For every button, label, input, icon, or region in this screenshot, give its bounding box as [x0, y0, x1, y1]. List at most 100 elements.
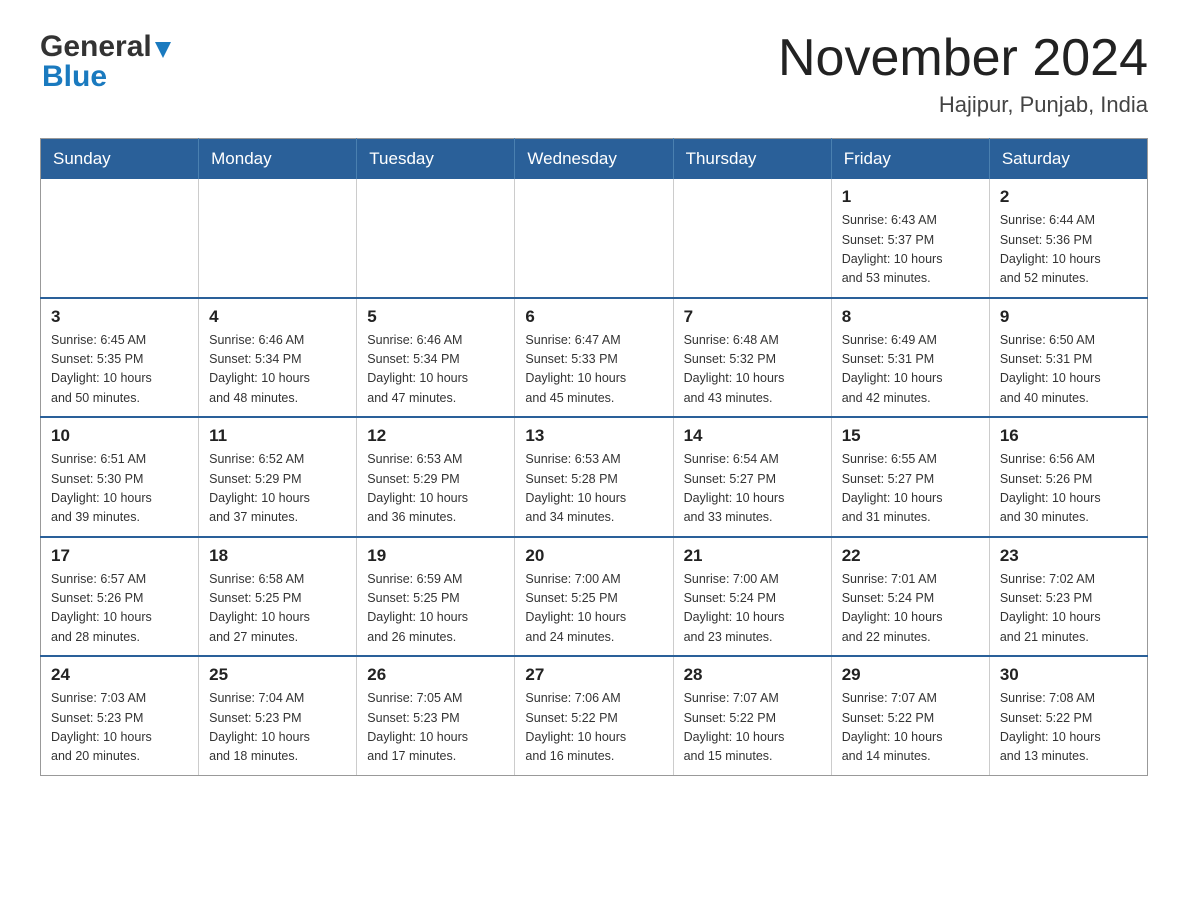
day-number: 23 [1000, 546, 1137, 566]
calendar-title-area: November 2024 Hajipur, Punjab, India [778, 30, 1148, 118]
day-info: Sunrise: 6:55 AM Sunset: 5:27 PM Dayligh… [842, 450, 979, 528]
day-info: Sunrise: 6:47 AM Sunset: 5:33 PM Dayligh… [525, 331, 662, 409]
calendar-cell [41, 179, 199, 298]
day-info: Sunrise: 6:57 AM Sunset: 5:26 PM Dayligh… [51, 570, 188, 648]
logo-general-text: General [40, 30, 152, 64]
day-number: 26 [367, 665, 504, 685]
calendar-cell [673, 179, 831, 298]
day-info: Sunrise: 6:45 AM Sunset: 5:35 PM Dayligh… [51, 331, 188, 409]
calendar-cell: 11Sunrise: 6:52 AM Sunset: 5:29 PM Dayli… [199, 417, 357, 537]
day-number: 15 [842, 426, 979, 446]
day-number: 5 [367, 307, 504, 327]
day-info: Sunrise: 6:53 AM Sunset: 5:29 PM Dayligh… [367, 450, 504, 528]
calendar-cell [199, 179, 357, 298]
day-number: 22 [842, 546, 979, 566]
day-info: Sunrise: 6:53 AM Sunset: 5:28 PM Dayligh… [525, 450, 662, 528]
day-number: 27 [525, 665, 662, 685]
logo-triangle-icon [155, 38, 171, 63]
calendar-cell: 26 Sunrise: 7:05 AM Sunset: 5:23 PM Dayli… [357, 656, 515, 775]
day-number: 30 [1000, 665, 1137, 685]
calendar-cell: 14Sunrise: 6:54 AM Sunset: 5:27 PM Dayli… [673, 417, 831, 537]
day-number: 12 [367, 426, 504, 446]
calendar-cell: 8 Sunrise: 6:49 AM Sunset: 5:31 PM Daylig… [831, 298, 989, 418]
weekday-header-thursday: Thursday [673, 139, 831, 180]
calendar-cell: 5 Sunrise: 6:46 AM Sunset: 5:34 PM Daylig… [357, 298, 515, 418]
day-info: Sunrise: 7:03 AM Sunset: 5:23 PM Dayligh… [51, 689, 188, 767]
calendar-cell: 1 Sunrise: 6:43 AM Sunset: 5:37 PM Daylig… [831, 179, 989, 298]
day-number: 13 [525, 426, 662, 446]
day-number: 18 [209, 546, 346, 566]
day-number: 3 [51, 307, 188, 327]
day-info: Sunrise: 6:49 AM Sunset: 5:31 PM Dayligh… [842, 331, 979, 409]
calendar-cell: 22 Sunrise: 7:01 AM Sunset: 5:24 PM Dayli… [831, 537, 989, 657]
weekday-header-wednesday: Wednesday [515, 139, 673, 180]
day-info: Sunrise: 7:07 AM Sunset: 5:22 PM Dayligh… [684, 689, 821, 767]
calendar-cell: 24Sunrise: 7:03 AM Sunset: 5:23 PM Dayli… [41, 656, 199, 775]
day-number: 28 [684, 665, 821, 685]
calendar-cell: 10Sunrise: 6:51 AM Sunset: 5:30 PM Dayli… [41, 417, 199, 537]
calendar-cell: 13 Sunrise: 6:53 AM Sunset: 5:28 PM Dayli… [515, 417, 673, 537]
day-info: Sunrise: 6:58 AM Sunset: 5:25 PM Dayligh… [209, 570, 346, 648]
page-header: General Blue November 2024 Hajipur, Punj… [40, 30, 1148, 118]
calendar-table: SundayMondayTuesdayWednesdayThursdayFrid… [40, 138, 1148, 776]
day-info: Sunrise: 7:00 AM Sunset: 5:24 PM Dayligh… [684, 570, 821, 648]
day-number: 21 [684, 546, 821, 566]
day-info: Sunrise: 6:43 AM Sunset: 5:37 PM Dayligh… [842, 211, 979, 289]
day-info: Sunrise: 6:59 AM Sunset: 5:25 PM Dayligh… [367, 570, 504, 648]
day-info: Sunrise: 6:46 AM Sunset: 5:34 PM Dayligh… [367, 331, 504, 409]
calendar-cell: 30Sunrise: 7:08 AM Sunset: 5:22 PM Dayli… [989, 656, 1147, 775]
day-info: Sunrise: 6:46 AM Sunset: 5:34 PM Dayligh… [209, 331, 346, 409]
calendar-week-row: 10Sunrise: 6:51 AM Sunset: 5:30 PM Dayli… [41, 417, 1148, 537]
calendar-cell: 6 Sunrise: 6:47 AM Sunset: 5:33 PM Daylig… [515, 298, 673, 418]
day-number: 7 [684, 307, 821, 327]
calendar-week-row: 17 Sunrise: 6:57 AM Sunset: 5:26 PM Dayli… [41, 537, 1148, 657]
calendar-cell: 7Sunrise: 6:48 AM Sunset: 5:32 PM Daylig… [673, 298, 831, 418]
calendar-cell: 23 Sunrise: 7:02 AM Sunset: 5:23 PM Dayli… [989, 537, 1147, 657]
day-info: Sunrise: 6:56 AM Sunset: 5:26 PM Dayligh… [1000, 450, 1137, 528]
calendar-week-row: 3 Sunrise: 6:45 AM Sunset: 5:35 PM Daylig… [41, 298, 1148, 418]
day-number: 25 [209, 665, 346, 685]
weekday-header-sunday: Sunday [41, 139, 199, 180]
day-info: Sunrise: 7:00 AM Sunset: 5:25 PM Dayligh… [525, 570, 662, 648]
weekday-header-row: SundayMondayTuesdayWednesdayThursdayFrid… [41, 139, 1148, 180]
calendar-week-row: 24Sunrise: 7:03 AM Sunset: 5:23 PM Dayli… [41, 656, 1148, 775]
day-number: 16 [1000, 426, 1137, 446]
day-number: 9 [1000, 307, 1137, 327]
day-info: Sunrise: 7:02 AM Sunset: 5:23 PM Dayligh… [1000, 570, 1137, 648]
day-info: Sunrise: 7:05 AM Sunset: 5:23 PM Dayligh… [367, 689, 504, 767]
day-number: 1 [842, 187, 979, 207]
weekday-header-friday: Friday [831, 139, 989, 180]
calendar-cell: 17 Sunrise: 6:57 AM Sunset: 5:26 PM Dayli… [41, 537, 199, 657]
calendar-cell: 25 Sunrise: 7:04 AM Sunset: 5:23 PM Dayli… [199, 656, 357, 775]
day-number: 11 [209, 426, 346, 446]
calendar-cell: 16 Sunrise: 6:56 AM Sunset: 5:26 PM Dayli… [989, 417, 1147, 537]
day-number: 20 [525, 546, 662, 566]
calendar-location: Hajipur, Punjab, India [778, 92, 1148, 118]
day-number: 6 [525, 307, 662, 327]
day-info: Sunrise: 7:04 AM Sunset: 5:23 PM Dayligh… [209, 689, 346, 767]
day-info: Sunrise: 6:44 AM Sunset: 5:36 PM Dayligh… [1000, 211, 1137, 289]
day-info: Sunrise: 7:01 AM Sunset: 5:24 PM Dayligh… [842, 570, 979, 648]
day-info: Sunrise: 6:54 AM Sunset: 5:27 PM Dayligh… [684, 450, 821, 528]
day-number: 17 [51, 546, 188, 566]
day-info: Sunrise: 7:07 AM Sunset: 5:22 PM Dayligh… [842, 689, 979, 767]
day-number: 8 [842, 307, 979, 327]
calendar-cell [515, 179, 673, 298]
calendar-cell: 15 Sunrise: 6:55 AM Sunset: 5:27 PM Dayli… [831, 417, 989, 537]
calendar-week-row: 1 Sunrise: 6:43 AM Sunset: 5:37 PM Daylig… [41, 179, 1148, 298]
calendar-cell: 3 Sunrise: 6:45 AM Sunset: 5:35 PM Daylig… [41, 298, 199, 418]
calendar-cell: 9Sunrise: 6:50 AM Sunset: 5:31 PM Daylig… [989, 298, 1147, 418]
day-number: 2 [1000, 187, 1137, 207]
calendar-cell: 28 Sunrise: 7:07 AM Sunset: 5:22 PM Dayli… [673, 656, 831, 775]
logo: General Blue [40, 30, 171, 94]
day-info: Sunrise: 7:06 AM Sunset: 5:22 PM Dayligh… [525, 689, 662, 767]
calendar-month-year: November 2024 [778, 30, 1148, 87]
day-number: 29 [842, 665, 979, 685]
calendar-cell: 27 Sunrise: 7:06 AM Sunset: 5:22 PM Dayli… [515, 656, 673, 775]
day-number: 19 [367, 546, 504, 566]
day-number: 10 [51, 426, 188, 446]
calendar-cell: 20 Sunrise: 7:00 AM Sunset: 5:25 PM Dayli… [515, 537, 673, 657]
calendar-cell: 19 Sunrise: 6:59 AM Sunset: 5:25 PM Dayli… [357, 537, 515, 657]
calendar-cell: 29 Sunrise: 7:07 AM Sunset: 5:22 PM Dayli… [831, 656, 989, 775]
weekday-header-monday: Monday [199, 139, 357, 180]
